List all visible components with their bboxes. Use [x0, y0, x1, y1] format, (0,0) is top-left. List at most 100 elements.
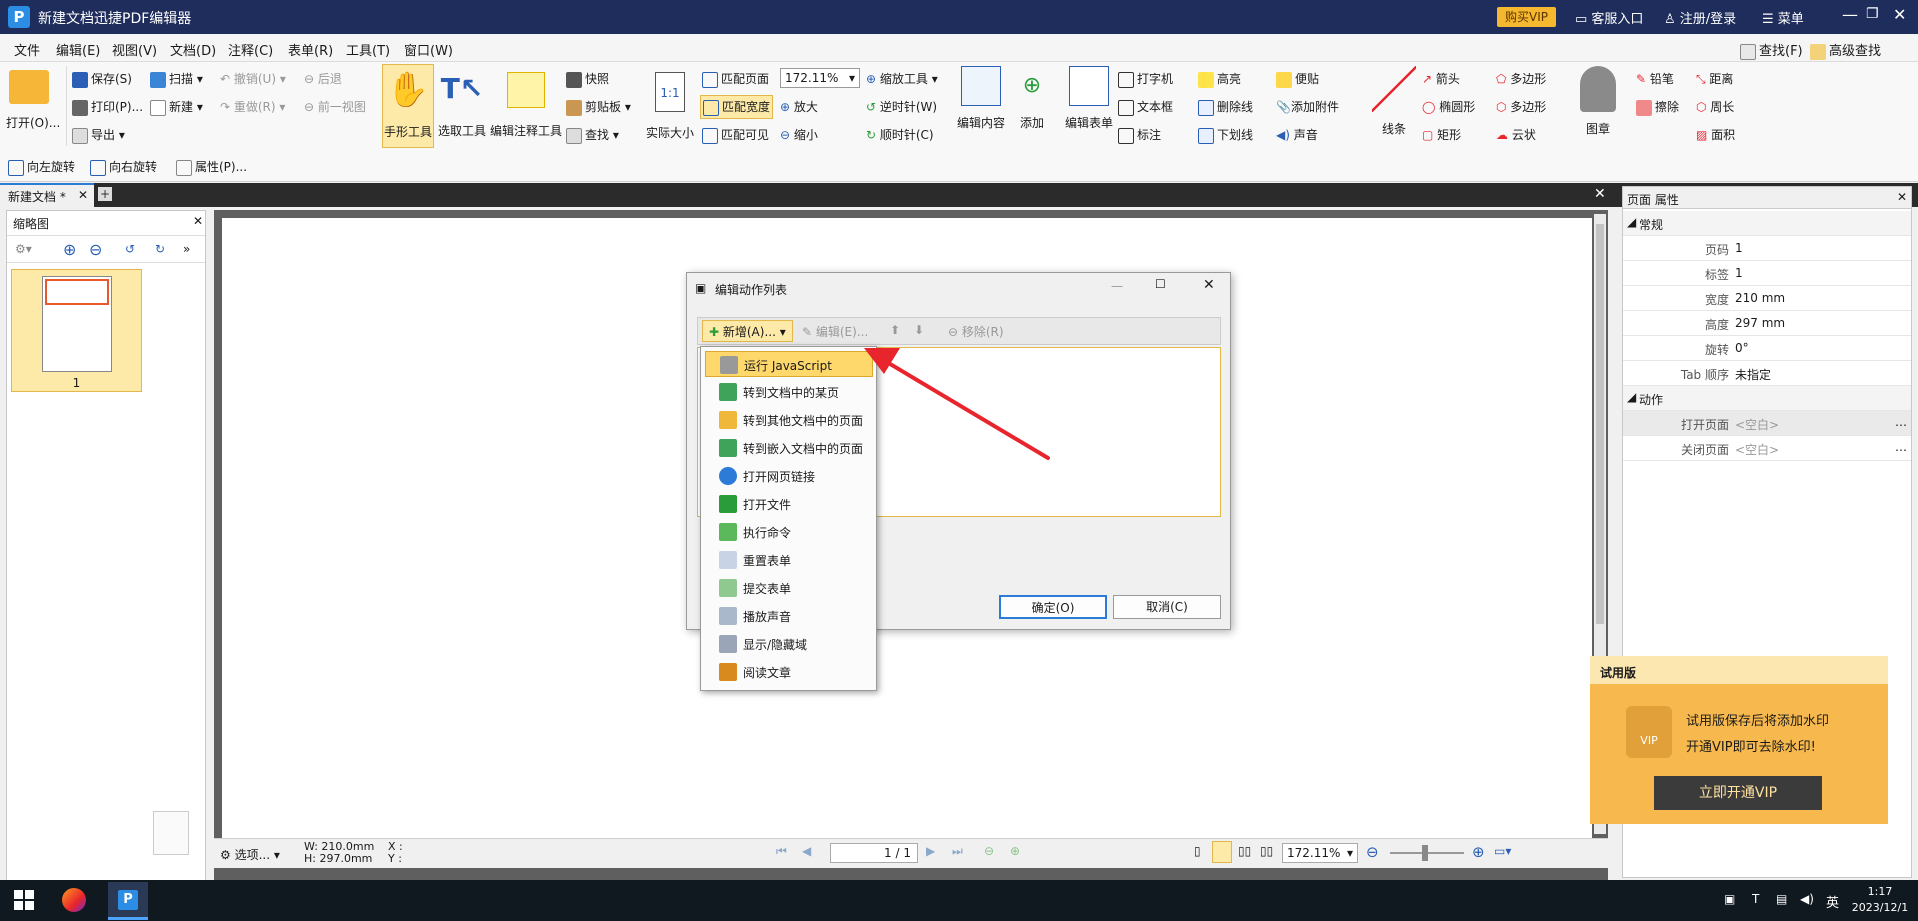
- stamp-button[interactable]: 图章: [1574, 66, 1622, 137]
- select-tool-button[interactable]: T↖ 选取工具: [436, 64, 488, 139]
- edit-annotation-tool-button[interactable]: 编辑注释工具: [490, 64, 562, 139]
- menu-item-read-article[interactable]: 阅读文章: [705, 659, 873, 685]
- menu-item-submit-form[interactable]: 提交表单: [705, 575, 873, 601]
- dialog-maximize-button[interactable]: ☐: [1155, 277, 1166, 291]
- tray-app-icon[interactable]: ▣: [1724, 892, 1735, 906]
- page-thumbnail[interactable]: 1: [11, 269, 142, 392]
- zoom-out-button[interactable]: ⊖ 缩小: [780, 126, 818, 143]
- prop-row[interactable]: 页码 1: [1623, 236, 1911, 261]
- last-page-icon[interactable]: ⏭: [952, 844, 963, 859]
- menu-item-execute-command[interactable]: 执行命令: [705, 519, 873, 545]
- pencil-button[interactable]: ✎ 铅笔: [1636, 70, 1674, 87]
- login-button[interactable]: ♙ 注册/登录: [1664, 8, 1736, 27]
- menu-window[interactable]: 窗口(W): [404, 40, 453, 59]
- pdf-editor-taskbar-item[interactable]: P: [108, 882, 148, 920]
- continuous-facing-icon[interactable]: ▯▯: [1260, 844, 1273, 858]
- find-button[interactable]: 查找(F): [1740, 40, 1803, 60]
- first-page-icon[interactable]: ⏮: [776, 844, 787, 859]
- add-button[interactable]: ⊕ 添加: [1010, 66, 1054, 131]
- rotate-left-thumb-icon[interactable]: ↺: [125, 242, 135, 256]
- prop-row[interactable]: 高度 297 mm: [1623, 311, 1911, 336]
- single-page-icon[interactable]: ▯: [1194, 844, 1201, 858]
- ellipsis-icon[interactable]: …: [1895, 440, 1907, 454]
- ime-indicator[interactable]: 英: [1826, 892, 1839, 911]
- area-button[interactable]: ▨ 面积: [1696, 126, 1735, 143]
- restore-button[interactable]: ❐: [1866, 6, 1879, 22]
- section-action[interactable]: ◢ 动作: [1623, 386, 1911, 411]
- find-tool-button[interactable]: 查找 ▾: [566, 126, 619, 144]
- menu-item-open-file[interactable]: 打开文件: [705, 491, 873, 517]
- strikeout-button[interactable]: 删除线: [1198, 98, 1253, 116]
- note-button[interactable]: 便贴: [1276, 70, 1319, 88]
- firefox-icon[interactable]: [62, 888, 86, 912]
- clipboard-button[interactable]: 剪贴板 ▾: [566, 98, 631, 116]
- prev-view-button[interactable]: ⊖ 前一视图: [304, 98, 366, 115]
- settings-gear-icon[interactable]: ⚙▾: [15, 242, 32, 256]
- properties-button[interactable]: 属性(P)...: [176, 158, 247, 176]
- menu-button[interactable]: ☰ 菜单: [1762, 8, 1804, 27]
- back-button[interactable]: ⊖ 后退: [304, 70, 342, 87]
- underline-button[interactable]: 下划线: [1198, 126, 1253, 144]
- cancel-button[interactable]: 取消(C): [1113, 595, 1221, 619]
- zoom-tool-button[interactable]: ⊕ 缩放工具 ▾: [866, 70, 938, 87]
- ellipsis-icon[interactable]: …: [1895, 415, 1907, 429]
- clock[interactable]: 1:17 2023/12/1: [1848, 884, 1912, 916]
- zoom-select[interactable]: 172.11% ▾: [780, 68, 860, 88]
- rotate-right-button[interactable]: 向右旋转: [90, 158, 157, 176]
- fit-visible-button[interactable]: 匹配可见: [702, 126, 769, 144]
- snapshot-button[interactable]: 快照: [566, 70, 609, 88]
- minimize-button[interactable]: —: [1842, 5, 1858, 24]
- actual-size-button[interactable]: 1:1 实际大小: [644, 68, 696, 141]
- activate-vip-button[interactable]: 立即开通VIP: [1654, 776, 1822, 810]
- zoom-slider-thumb[interactable]: [1422, 845, 1428, 861]
- textbox-button[interactable]: 文本框: [1118, 98, 1173, 116]
- history-back-icon[interactable]: ⊖: [984, 844, 994, 858]
- history-forward-icon[interactable]: ⊕: [1010, 844, 1020, 858]
- prop-row[interactable]: 标签 1: [1623, 261, 1911, 286]
- prop-row[interactable]: 旋转 0°: [1623, 336, 1911, 361]
- ellipse-button[interactable]: ◯ 椭圆形: [1422, 98, 1475, 115]
- menu-form[interactable]: 表单(R): [288, 40, 333, 59]
- export-button[interactable]: 导出 ▾: [72, 126, 125, 144]
- new-tab-icon[interactable]: +: [98, 187, 112, 201]
- next-page-icon[interactable]: ▶: [926, 844, 935, 858]
- continuous-page-icon[interactable]: [1212, 841, 1232, 863]
- undo-button[interactable]: ↶ 撤销(U) ▾: [220, 70, 286, 87]
- edit-form-button[interactable]: 编辑表单: [1060, 66, 1118, 131]
- zoom-in-button[interactable]: ⊕ 放大: [780, 98, 818, 115]
- new-button[interactable]: 新建 ▾: [150, 98, 203, 116]
- menu-view[interactable]: 视图(V): [112, 40, 157, 59]
- redo-button[interactable]: ↷ 重做(R) ▾: [220, 98, 285, 115]
- windows-start-icon[interactable]: [14, 890, 34, 910]
- network-icon[interactable]: ▤: [1776, 892, 1787, 906]
- document-tab[interactable]: 新建文档 * ✕: [0, 183, 94, 207]
- menu-item-reset-form[interactable]: 重置表单: [705, 547, 873, 573]
- rotate-ccw-button[interactable]: ↺ 逆时针(W): [866, 98, 937, 115]
- menu-item-run-javascript[interactable]: 运行 JavaScript: [705, 351, 873, 377]
- polyline-button[interactable]: ⬡ 多边形: [1496, 98, 1546, 115]
- perimeter-button[interactable]: ⬡ 周长: [1696, 98, 1734, 115]
- menu-item-goto-other-doc[interactable]: 转到其他文档中的页面: [705, 407, 873, 433]
- open-button[interactable]: 打开(O)...: [6, 70, 60, 131]
- prop-row[interactable]: Tab 顺序 未指定: [1623, 361, 1911, 386]
- thumbnail-close-icon[interactable]: ✕: [193, 214, 203, 228]
- tab-close-icon[interactable]: ✕: [78, 188, 88, 202]
- fit-width-button[interactable]: 匹配宽度: [700, 95, 774, 119]
- edit-content-button[interactable]: 编辑内容: [956, 66, 1006, 131]
- rectangle-button[interactable]: ▢ 矩形: [1422, 126, 1461, 143]
- menu-comment[interactable]: 注释(C): [228, 40, 273, 59]
- zoom-in-thumb-icon[interactable]: ⊕: [63, 240, 76, 259]
- menu-edit[interactable]: 编辑(E): [56, 40, 100, 59]
- panel-close-icon[interactable]: ✕: [1897, 190, 1907, 204]
- prev-page-icon[interactable]: ◀: [802, 844, 811, 858]
- prop-row-open-page[interactable]: 打开页面 <空白>…: [1623, 411, 1911, 436]
- status-zoom-select[interactable]: 172.11% ▾: [1282, 843, 1358, 863]
- distance-button[interactable]: ⤡ 距离: [1696, 70, 1733, 87]
- polygon-button[interactable]: ⬠ 多边形: [1496, 70, 1546, 87]
- status-zoom-in-icon[interactable]: ⊕: [1472, 843, 1485, 861]
- prop-row[interactable]: 宽度 210 mm: [1623, 286, 1911, 311]
- eraser-button[interactable]: 擦除: [1636, 98, 1679, 116]
- section-general[interactable]: ◢ 常规: [1623, 211, 1911, 236]
- advanced-find-button[interactable]: 高级查找: [1810, 40, 1881, 60]
- save-button[interactable]: 保存(S): [72, 70, 132, 88]
